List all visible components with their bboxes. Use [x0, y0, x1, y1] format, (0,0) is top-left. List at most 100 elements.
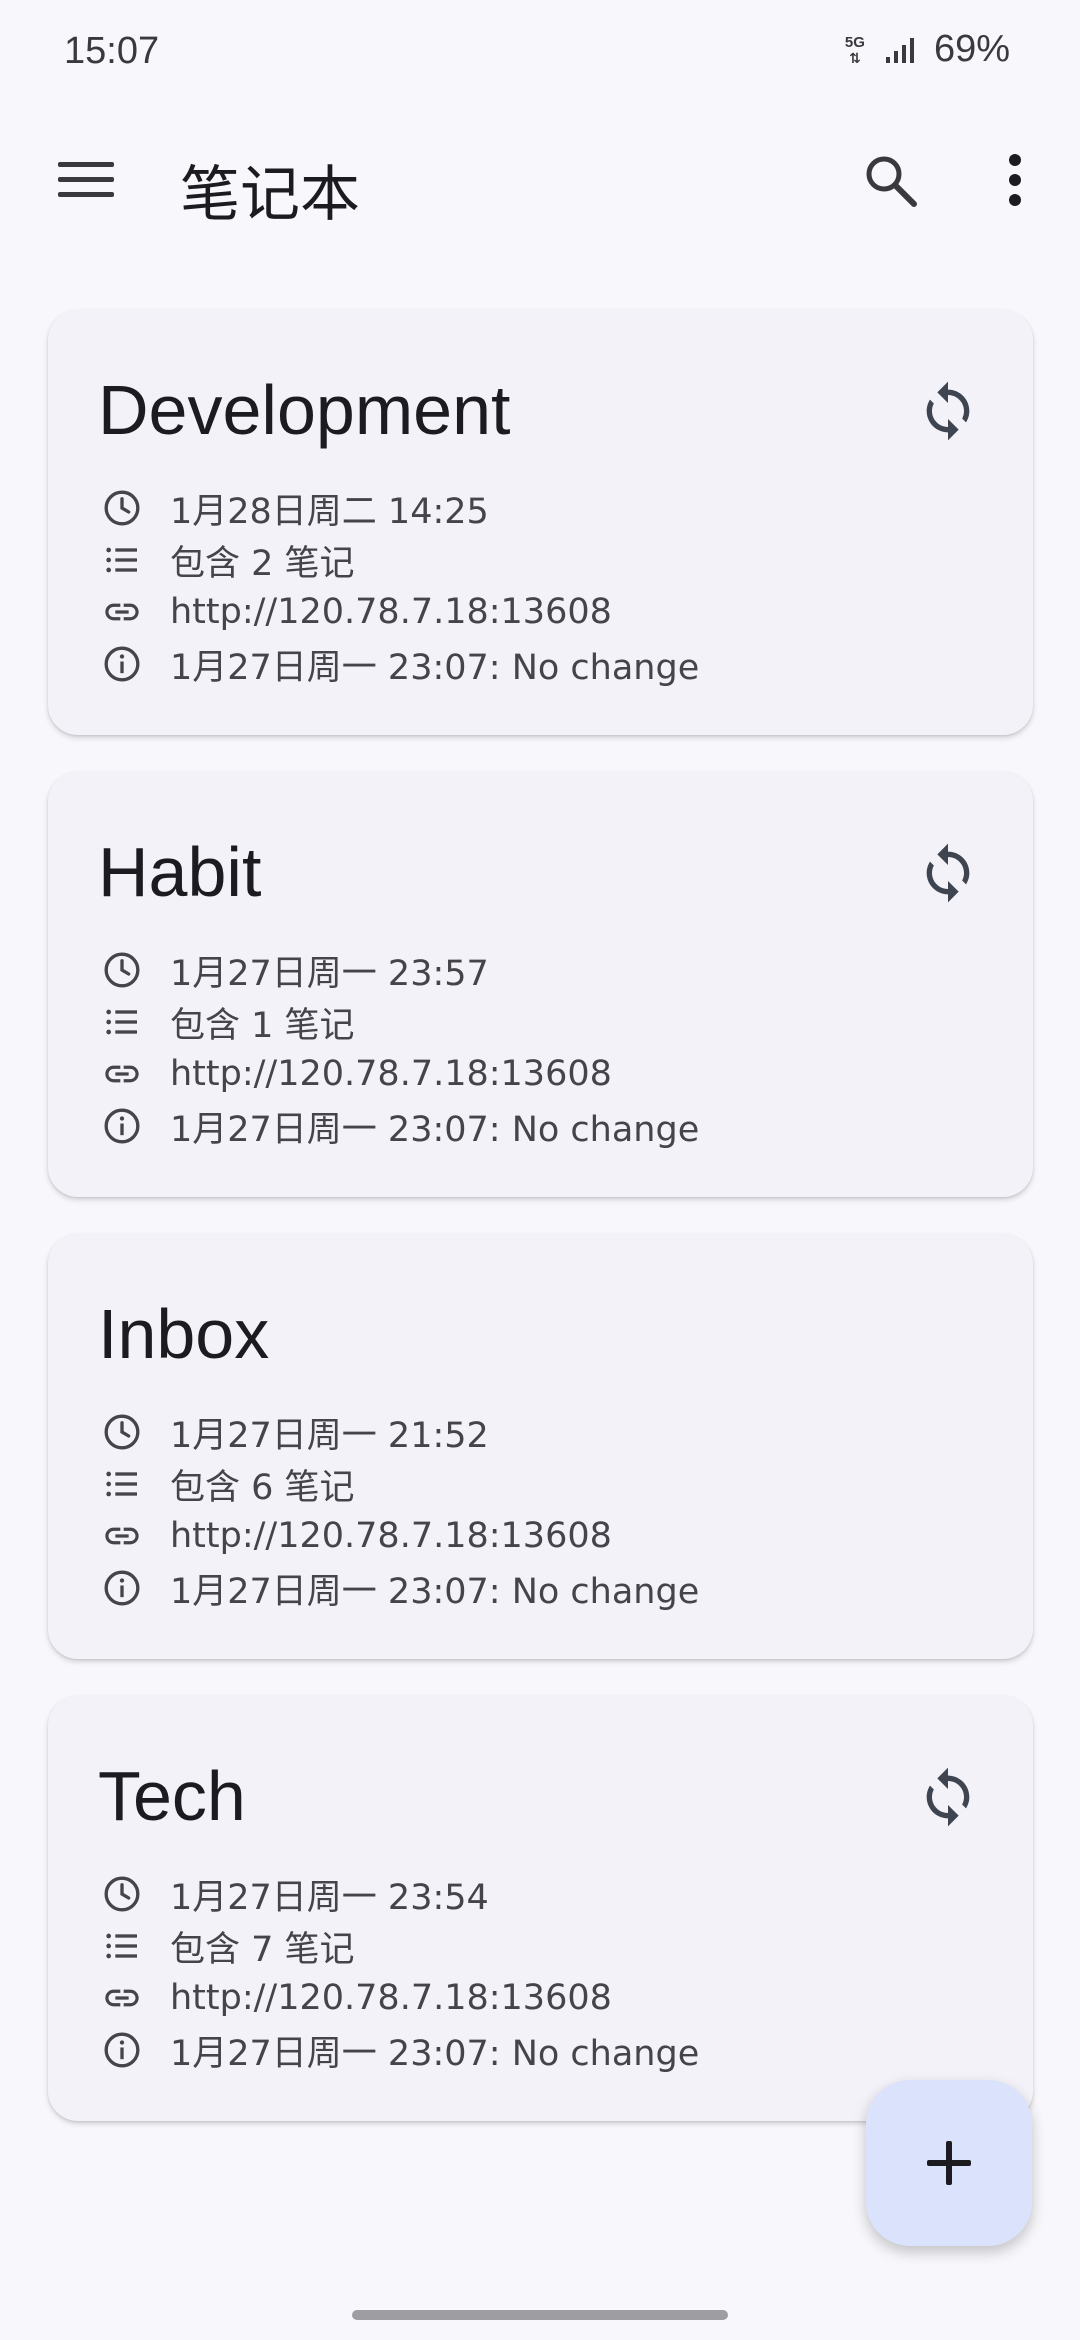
sync-status: 1月27日周一 23:07: No change: [170, 647, 700, 688]
add-notebook-button[interactable]: [866, 2080, 1032, 2246]
link-icon: [105, 1527, 139, 1545]
clock-icon: [104, 1876, 140, 1912]
meta-row: 包含 1 笔记: [100, 996, 699, 1048]
info-icon: [104, 1570, 140, 1606]
note-count: 包含 1 笔记: [170, 1005, 355, 1046]
sync-button[interactable]: [903, 366, 993, 456]
meta-row: 1月27日周一 23:54: [100, 1868, 699, 1920]
info-icon: [104, 2032, 140, 2068]
meta-row: 1月27日周一 23:07: No change: [100, 2024, 699, 2076]
menu-icon: [58, 162, 114, 197]
clock-icon-wrap: [100, 486, 144, 530]
clock-icon-wrap: [100, 948, 144, 992]
info-icon: [104, 1108, 140, 1144]
note-count: 包含 7 笔记: [170, 1929, 355, 1970]
sync-icon: [926, 1767, 970, 1827]
link-icon: [105, 1989, 139, 2007]
signal-icon: [885, 37, 914, 63]
meta-row: http://120.78.7.18:13608: [100, 1972, 699, 2024]
link-icon-wrap: [100, 1052, 144, 1096]
notebook-title: Tech: [98, 1757, 246, 1835]
more-options-button[interactable]: [975, 140, 1055, 220]
meta-row: http://120.78.7.18:13608: [100, 1510, 699, 1562]
more-vert-icon: [1009, 154, 1021, 206]
link-icon-wrap: [100, 1514, 144, 1558]
clock-icon: [104, 490, 140, 526]
info-icon: [104, 646, 140, 682]
server-url: http://120.78.7.18:13608: [170, 1054, 612, 1094]
list-icon: [106, 547, 137, 573]
sync-status: 1月27日周一 23:07: No change: [170, 1109, 700, 1150]
clock-icon: [104, 952, 140, 988]
meta-row: 包含 7 笔记: [100, 1920, 699, 1972]
meta-row: 1月27日周一 23:07: No change: [100, 1100, 699, 1152]
meta-row: 1月27日周一 23:57: [100, 944, 699, 996]
gesture-nav-handle: [352, 2310, 728, 2320]
notebook-card[interactable]: Habit 1月27日周一 23:57 包含 1 笔记 http://120.78.7…: [48, 772, 1033, 1197]
server-url: http://120.78.7.18:13608: [170, 592, 612, 632]
server-url: http://120.78.7.18:13608: [170, 1978, 612, 2018]
server-url: http://120.78.7.18:13608: [170, 1516, 612, 1556]
meta-row: 1月28日周二 14:25: [100, 482, 699, 534]
meta-row: http://120.78.7.18:13608: [100, 1048, 699, 1100]
add-icon: [927, 2141, 971, 2185]
info-icon-wrap: [100, 642, 144, 686]
clock-icon-wrap: [100, 1872, 144, 1916]
notebook-card[interactable]: Tech 1月27日周一 23:54 包含 7 笔记 http://120.78.7.…: [48, 1696, 1033, 2121]
modified-date: 1月27日周一 21:52: [170, 1415, 489, 1456]
notebook-meta: 1月28日周二 14:25 包含 2 笔记 http://120.78.7.18:1…: [100, 482, 699, 690]
search-icon: [866, 156, 917, 207]
meta-row: 1月27日周一 23:07: No change: [100, 638, 699, 690]
meta-row: 1月27日周一 21:52: [100, 1406, 699, 1458]
clock-icon-wrap: [100, 1410, 144, 1454]
sync-status: 1月27日周一 23:07: No change: [170, 1571, 700, 1612]
meta-row: 包含 6 笔记: [100, 1458, 699, 1510]
app-bar: 笔记本: [0, 120, 1080, 240]
status-icons: 5G ⇅ 69%: [840, 28, 1010, 71]
notebook-meta: 1月27日周一 23:54 包含 7 笔记 http://120.78.7.18:1…: [100, 1868, 699, 2076]
clock-icon: [104, 1414, 140, 1450]
modified-date: 1月27日周一 23:54: [170, 1877, 489, 1918]
status-bar: 15:07 5G ⇅ 69%: [0, 0, 1080, 110]
search-button[interactable]: [850, 140, 930, 220]
network-type-label: 5G: [844, 33, 865, 51]
notebook-card[interactable]: Development 1月28日周二 14:25 包含 2 笔记 http://12…: [48, 310, 1033, 735]
notebook-meta: 1月27日周一 23:57 包含 1 笔记 http://120.78.7.18:1…: [100, 944, 699, 1152]
sync-icon: [926, 843, 970, 903]
notebook-title: Development: [98, 371, 511, 449]
meta-row: 1月27日周一 23:07: No change: [100, 1562, 699, 1614]
meta-row: http://120.78.7.18:13608: [100, 586, 699, 638]
sync-button[interactable]: [903, 1752, 993, 1842]
notebook-title: Inbox: [98, 1295, 270, 1373]
link-icon-wrap: [100, 1976, 144, 2020]
info-icon-wrap: [100, 1104, 144, 1148]
notebook-meta: 1月27日周一 21:52 包含 6 笔记 http://120.78.7.18:1…: [100, 1406, 699, 1614]
list-icon-wrap: [100, 1462, 144, 1506]
status-time: 15:07: [64, 30, 160, 72]
info-icon-wrap: [100, 1566, 144, 1610]
notebook-card[interactable]: Inbox 1月27日周一 21:52 包含 6 笔记 http://120.78.7…: [48, 1234, 1033, 1659]
meta-row: 包含 2 笔记: [100, 534, 699, 586]
list-icon-wrap: [100, 538, 144, 582]
battery-level: 69%: [933, 28, 1010, 70]
list-icon-wrap: [100, 1924, 144, 1968]
note-count: 包含 2 笔记: [170, 543, 355, 584]
list-icon: [106, 1009, 137, 1035]
note-count: 包含 6 笔记: [170, 1467, 355, 1508]
link-icon: [105, 603, 139, 621]
list-icon-wrap: [100, 1000, 144, 1044]
link-icon-wrap: [100, 590, 144, 634]
link-icon: [105, 1065, 139, 1083]
sync-button[interactable]: [903, 828, 993, 918]
modified-date: 1月28日周二 14:25: [170, 491, 489, 532]
notebook-title: Habit: [98, 833, 262, 911]
network-5g-icon: 5G ⇅: [840, 33, 870, 65]
menu-button[interactable]: [48, 142, 124, 218]
sync-status: 1月27日周一 23:07: No change: [170, 2033, 700, 2074]
page-title: 笔记本: [180, 160, 360, 230]
list-icon: [106, 1471, 137, 1497]
list-icon: [106, 1933, 137, 1959]
info-icon-wrap: [100, 2028, 144, 2072]
modified-date: 1月27日周一 23:57: [170, 953, 489, 994]
sync-icon: [926, 381, 970, 441]
